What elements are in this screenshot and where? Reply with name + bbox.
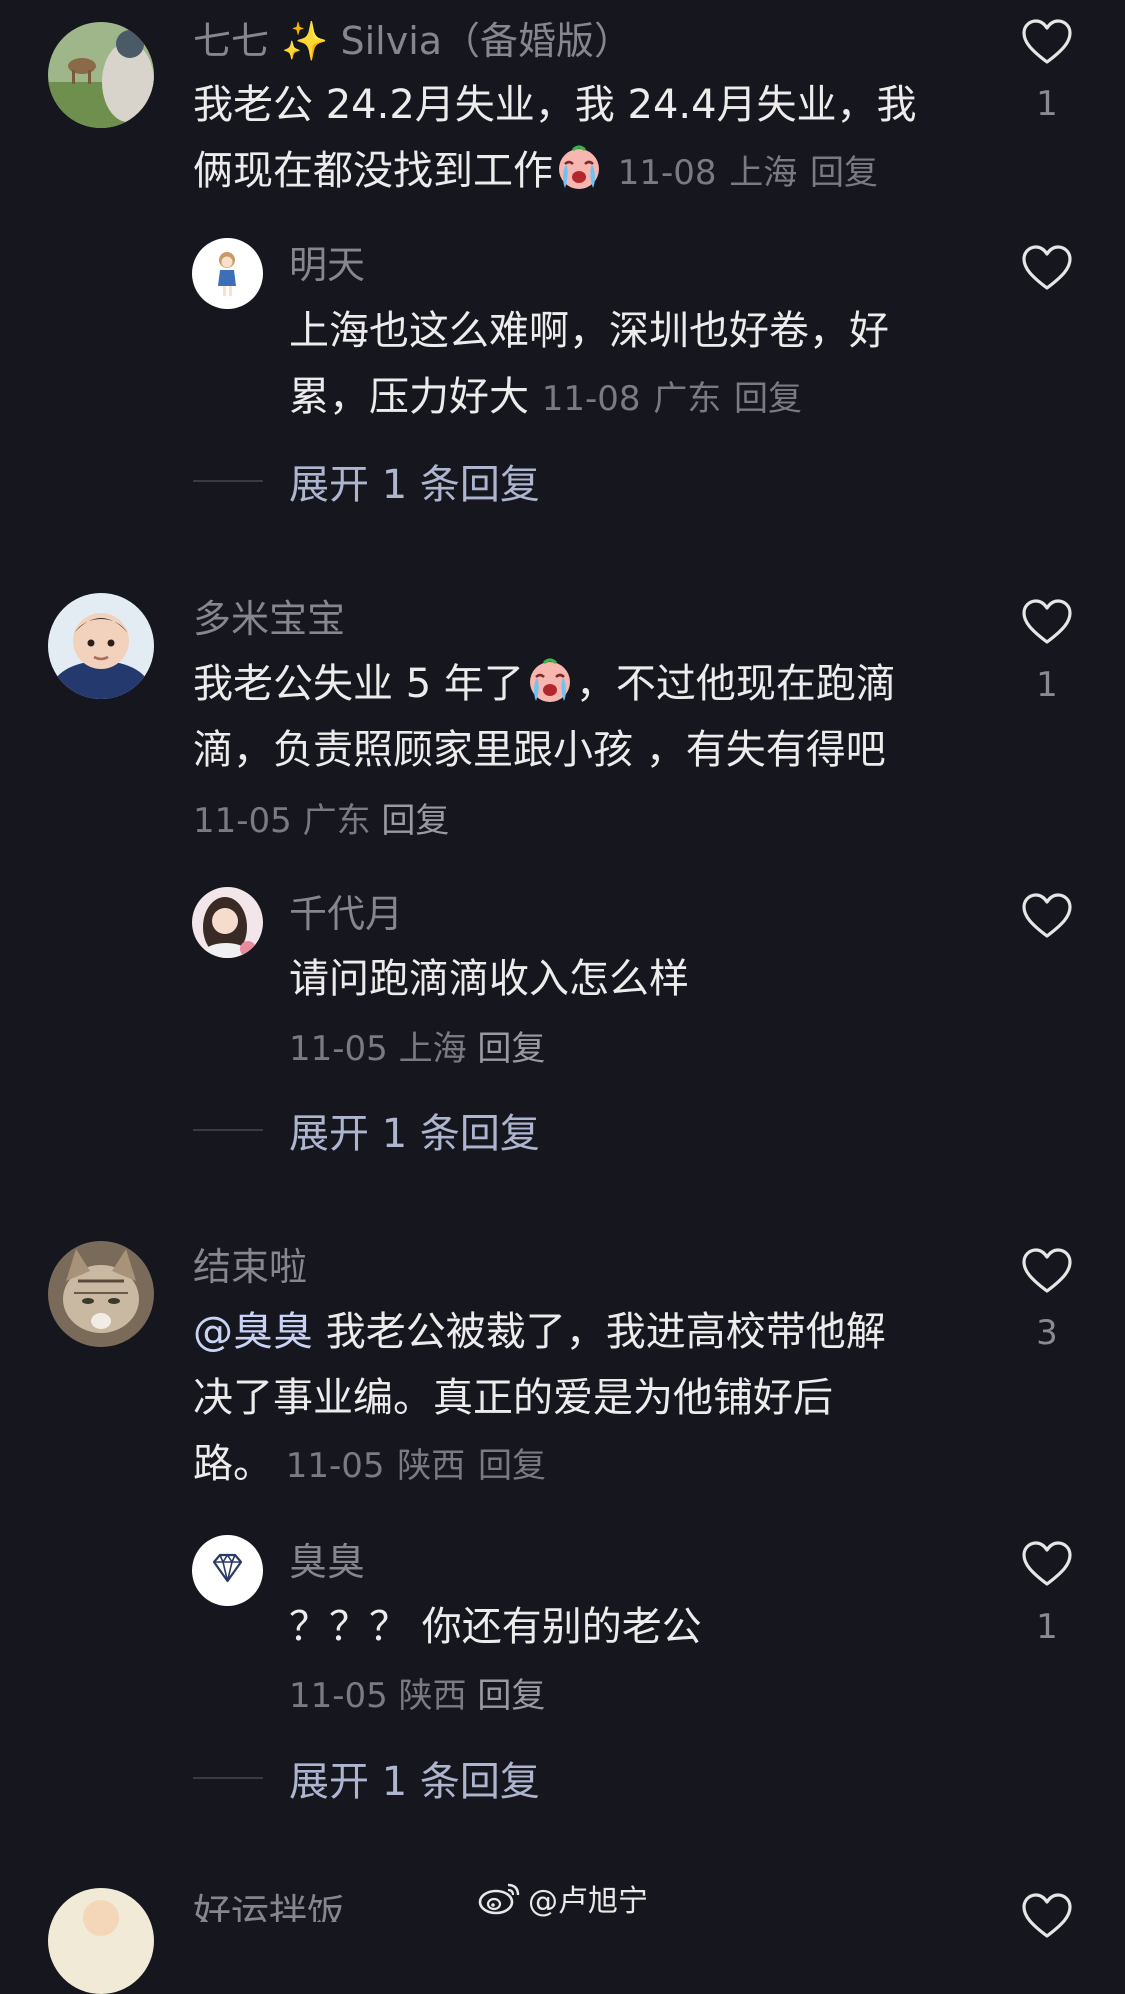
reply-line: 上海也这么难啊，深圳也好卷，好 bbox=[289, 308, 889, 354]
heart-icon[interactable] bbox=[1021, 1892, 1073, 1940]
comment-meta: 11-05 广东 回复 bbox=[193, 798, 449, 844]
comment-username[interactable]: 好运拌饭 bbox=[193, 1890, 345, 1922]
avatar[interactable] bbox=[192, 887, 263, 958]
comment-username[interactable]: 多米宝宝 bbox=[193, 596, 345, 642]
reply-line: 请问跑滴滴收入怎么样 bbox=[289, 956, 689, 1002]
comment-text: ，不过他现在跑滴 bbox=[575, 661, 896, 707]
like-count: 1 bbox=[1036, 84, 1058, 124]
cat-photo-avatar bbox=[48, 1241, 154, 1347]
reply-text: 累，压力好大 bbox=[289, 374, 529, 420]
expand-replies[interactable]: 展开 1 条回复 bbox=[193, 456, 540, 508]
reply-line-with-meta: 累，压力好大 11-08 广东 回复 bbox=[289, 364, 802, 432]
like-count: 3 bbox=[1036, 1313, 1058, 1353]
expand-replies-label[interactable]: 展开 1 条回复 bbox=[289, 452, 540, 510]
heart-icon[interactable] bbox=[1021, 244, 1073, 292]
comment-location: 上海 bbox=[729, 153, 798, 193]
reply-button[interactable]: 回复 bbox=[810, 153, 878, 193]
reply-date: 11-05 bbox=[289, 1029, 388, 1069]
reply-button[interactable]: 回复 bbox=[381, 801, 449, 841]
reply-meta: 11-05 陕西 回复 bbox=[289, 1673, 545, 1719]
comment-content: 我老公 24.2月失业，我 24.4月失业，我 俩现在都没找到工作 11-08 … bbox=[193, 72, 973, 204]
reply-button[interactable]: 回复 bbox=[478, 1446, 546, 1486]
comment-date: 11-05 bbox=[285, 1446, 385, 1486]
reply-line: ？？？ 你还有别的老公 bbox=[289, 1604, 702, 1650]
expand-replies[interactable]: 展开 1 条回复 bbox=[193, 1105, 540, 1157]
reply-button[interactable]: 回复 bbox=[477, 1029, 545, 1069]
watermark: @卢旭宁 bbox=[478, 1876, 648, 1920]
comment-line-with-meta: 路。 11-05 陕西 回复 bbox=[193, 1431, 546, 1499]
comment-text: 路。 bbox=[193, 1441, 273, 1487]
watermark-text: @卢旭宁 bbox=[528, 1884, 648, 1919]
heart-icon[interactable] bbox=[1021, 18, 1073, 66]
comment-username[interactable]: 结束啦 bbox=[193, 1244, 307, 1290]
partial-avatar bbox=[48, 1888, 154, 1994]
reply-button[interactable]: 回复 bbox=[734, 379, 802, 419]
avatar[interactable] bbox=[48, 22, 154, 128]
comment-line: 决了事业编。真正的爱是为他铺好后 bbox=[193, 1375, 833, 1421]
comment-text: 我老公失业 5 年了 bbox=[193, 661, 524, 707]
avatar[interactable] bbox=[48, 1888, 154, 1994]
comment-line: 滴，负责照顾家里跟小孩 ，有失有得吧 bbox=[193, 727, 886, 773]
like-count: 1 bbox=[1036, 1607, 1058, 1647]
crying-face-emoji bbox=[555, 144, 603, 192]
comment-date: 11-05 bbox=[193, 801, 292, 841]
reply-username[interactable]: 明天 bbox=[289, 242, 365, 288]
expand-replies-label[interactable]: 展开 1 条回复 bbox=[289, 1101, 540, 1159]
expand-replies[interactable]: 展开 1 条回复 bbox=[193, 1753, 540, 1805]
comment-location: 广东 bbox=[302, 801, 371, 841]
avatar[interactable] bbox=[48, 593, 154, 699]
avatar[interactable] bbox=[192, 238, 263, 309]
like-count: 1 bbox=[1036, 665, 1058, 705]
comment-date: 11-08 bbox=[617, 153, 717, 193]
cartoon-girl-avatar bbox=[192, 238, 263, 309]
divider bbox=[193, 1129, 263, 1131]
comment-location: 陕西 bbox=[397, 1446, 466, 1486]
deer-photo-avatar bbox=[48, 22, 154, 128]
comment-line: 我老公失业 5 年了 ，不过他现在跑滴 bbox=[193, 651, 896, 717]
comment-text: 我老公被裁了，我进高校带他解 bbox=[313, 1309, 886, 1355]
heart-icon[interactable] bbox=[1021, 1540, 1073, 1588]
reply-content: 请问跑滴滴收入怎么样 bbox=[289, 946, 989, 1012]
reply-date: 11-05 bbox=[289, 1676, 388, 1716]
reply-location: 上海 bbox=[398, 1029, 467, 1069]
reply-content: ？？？ 你还有别的老公 bbox=[289, 1594, 989, 1660]
reply-date: 11-08 bbox=[541, 379, 641, 419]
divider bbox=[193, 1777, 263, 1779]
comment-content: 我老公失业 5 年了 ，不过他现在跑滴 滴，负责照顾家里跟小孩 ，有失有得吧 bbox=[193, 651, 973, 783]
comment-content: @臭臭 我老公被裁了，我进高校带他解 决了事业编。真正的爱是为他铺好后 路。 1… bbox=[193, 1299, 973, 1497]
comment-username[interactable]: 七七 ✨ Silvia（备婚版） bbox=[193, 18, 632, 64]
reply-button[interactable]: 回复 bbox=[477, 1676, 545, 1716]
reply-location: 陕西 bbox=[398, 1676, 467, 1716]
mention-link[interactable]: @臭臭 bbox=[193, 1309, 313, 1355]
comment-text: 俩现在都没找到工作 bbox=[193, 148, 553, 194]
heart-icon[interactable] bbox=[1021, 598, 1073, 646]
comment-line: 我老公 24.2月失业，我 24.4月失业，我 bbox=[193, 82, 917, 128]
divider bbox=[193, 480, 263, 482]
baby-photo-avatar bbox=[48, 593, 154, 699]
reply-username[interactable]: 臭臭 bbox=[289, 1539, 365, 1585]
reply-username[interactable]: 千代月 bbox=[289, 891, 403, 937]
weibo-icon bbox=[478, 1883, 520, 1915]
expand-replies-label[interactable]: 展开 1 条回复 bbox=[289, 1749, 540, 1807]
girl-photo-avatar bbox=[192, 887, 263, 958]
avatar[interactable] bbox=[192, 1535, 263, 1606]
comment-line: @臭臭 我老公被裁了，我进高校带他解 bbox=[193, 1299, 886, 1365]
reply-meta: 11-05 上海 回复 bbox=[289, 1026, 545, 1072]
heart-icon[interactable] bbox=[1021, 892, 1073, 940]
comment-line-with-meta: 俩现在都没找到工作 11-08 上海 回复 bbox=[193, 138, 878, 206]
avatar[interactable] bbox=[48, 1241, 154, 1347]
reply-location: 广东 bbox=[653, 379, 722, 419]
diamond-avatar bbox=[192, 1535, 263, 1606]
heart-icon[interactable] bbox=[1021, 1247, 1073, 1295]
reply-content: 上海也这么难啊，深圳也好卷，好 累，压力好大 11-08 广东 回复 bbox=[289, 298, 989, 430]
crying-face-emoji bbox=[526, 657, 574, 705]
